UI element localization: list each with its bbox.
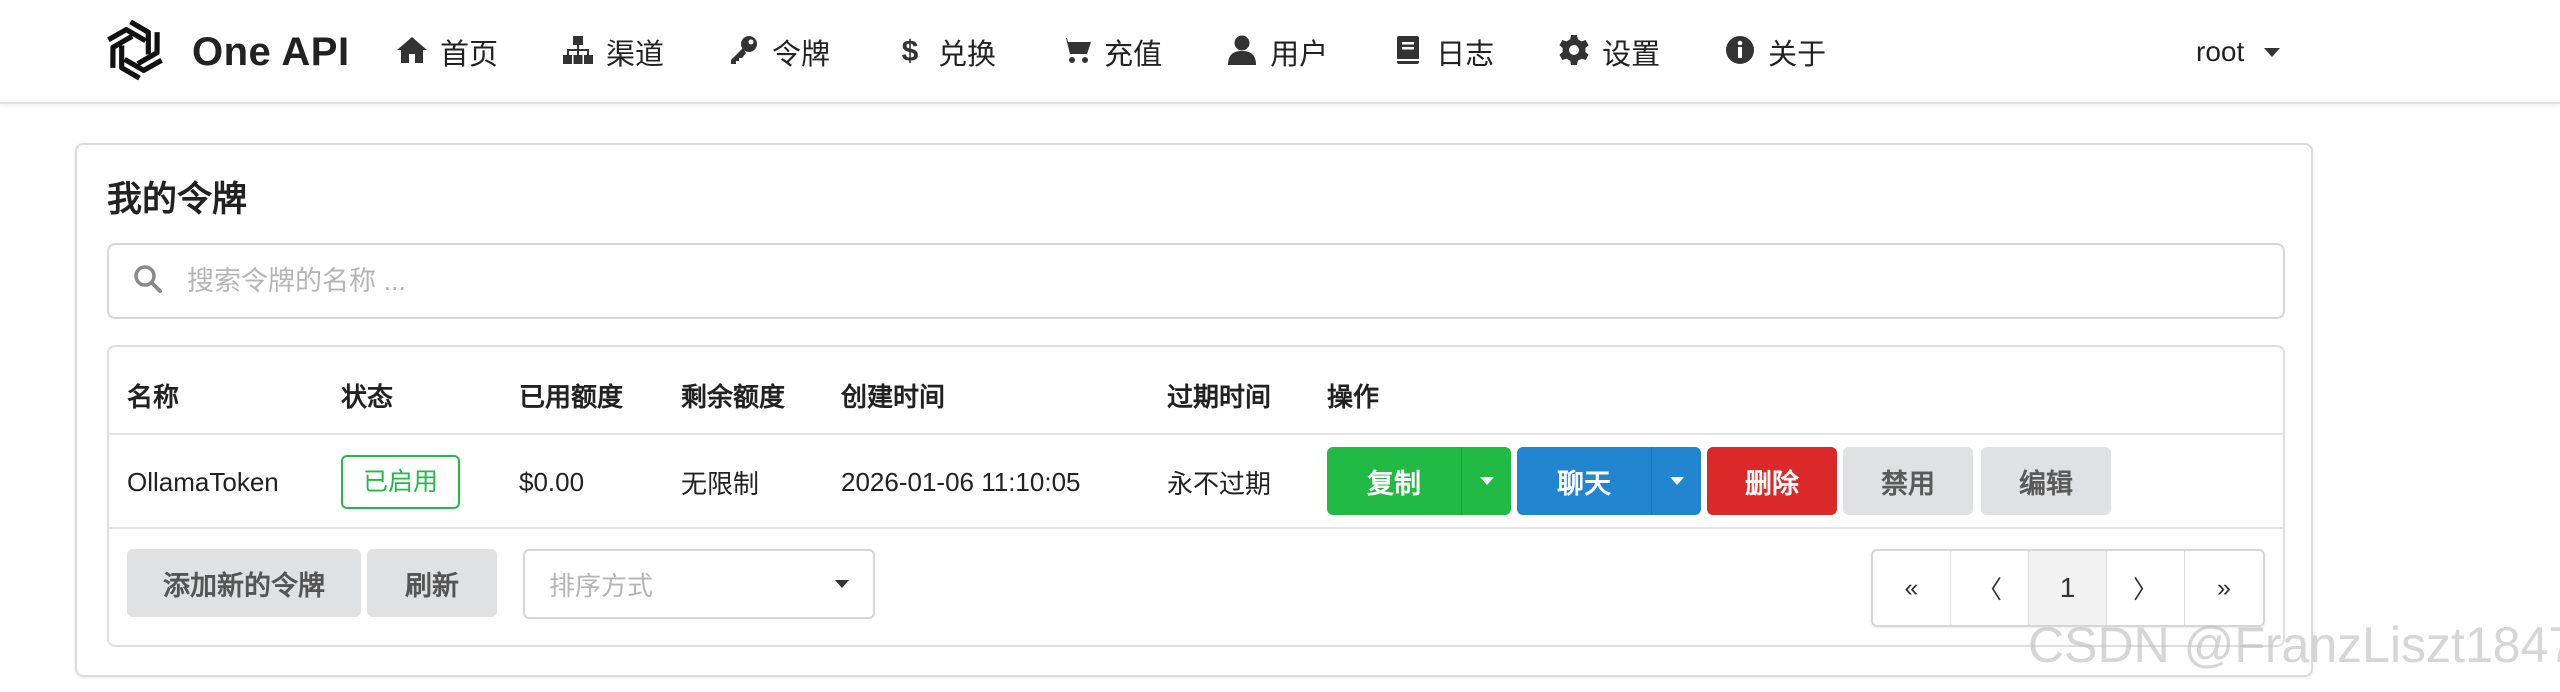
nav-item-label: 兑换 [938,39,997,71]
delete-button[interactable]: 删除 [1707,447,1837,515]
book-icon [1392,34,1424,71]
page-first-button[interactable]: « [1873,551,1951,625]
caret-down-icon [1669,477,1684,485]
column-header-created[interactable]: 创建时间 [841,377,945,414]
nav-item-tokens[interactable]: 令牌 [728,0,830,104]
copy-button-group: 复制 [1327,447,1511,515]
nav-item-users[interactable]: 用户 [1226,0,1328,104]
gear-icon [1558,34,1590,71]
sort-placeholder: 排序方式 [549,570,654,601]
top-navbar: One API 首页 渠道 令牌 $ 兑换 充值 用户 日志 设置 关于 roo… [0,0,2560,104]
status-badge: 已启用 [341,455,461,509]
column-header-used[interactable]: 已用额度 [519,377,623,414]
nav-item-redeem[interactable]: $ 兑换 [894,0,996,104]
disable-button[interactable]: 禁用 [1843,447,1973,515]
chat-button-group: 聊天 [1517,447,1701,515]
table-header: 名称 状态 已用额度 剩余额度 创建时间 过期时间 操作 [109,347,2283,435]
copy-button[interactable]: 复制 [1327,447,1461,515]
table-row: OllamaToken 已启用 $0.00 无限制 2026-01-06 11:… [109,435,2283,529]
column-header-status[interactable]: 状态 [341,377,393,414]
search-box [107,243,2285,319]
used-quota: $0.00 [519,466,585,497]
nav-item-label: 日志 [1436,39,1495,71]
tokens-table: 名称 状态 已用额度 剩余额度 创建时间 过期时间 操作 OllamaToken… [107,345,2285,647]
sort-select[interactable]: 排序方式 [523,549,875,619]
caret-down-icon [2264,47,2281,57]
nav-item-home[interactable]: 首页 [396,0,498,104]
user-icon [1226,34,1258,71]
nav-item-label: 首页 [440,39,499,71]
sitemap-icon [562,34,594,71]
status-cell: 已启用 [341,435,461,529]
page-next-button[interactable]: 〉 [2107,551,2185,625]
caret-down-icon [1479,477,1494,485]
column-header-expires[interactable]: 过期时间 [1167,377,1271,414]
brand[interactable]: One API [98,14,350,90]
add-token-button[interactable]: 添加新的令牌 [127,549,361,617]
token-name: OllamaToken [127,466,279,497]
chat-button[interactable]: 聊天 [1517,447,1651,515]
info-circle-icon [1724,34,1756,71]
page-current[interactable]: 1 [2029,551,2107,625]
svg-text:$: $ [902,35,919,66]
column-header-name[interactable]: 名称 [127,377,179,414]
caret-down-icon [835,580,849,588]
nav-item-label: 令牌 [772,39,831,71]
search-icon [109,264,163,299]
tokens-card: 我的令牌 名称 状态 已用额度 剩余额度 创建时间 过期时间 操作 Ollama… [75,143,2313,677]
expire-time: 永不过期 [1167,468,1272,499]
nav-item-channels[interactable]: 渠道 [562,0,664,104]
username: root [2196,36,2245,67]
key-icon [728,34,760,71]
page-title: 我的令牌 [107,180,248,219]
nav-item-label: 设置 [1602,39,1661,71]
page-last-button[interactable]: » [2185,551,2263,625]
user-menu[interactable]: root [2196,0,2281,104]
column-header-actions: 操作 [1327,382,1380,412]
watermark: CSDN @FranzLiszt1847 [2028,617,2560,673]
home-icon [396,34,428,71]
cart-icon [1060,34,1092,71]
column-header-remaining[interactable]: 剩余额度 [681,377,785,414]
nav-item-settings[interactable]: 设置 [1558,0,1660,104]
search-input[interactable] [187,265,2087,297]
copy-dropdown-button[interactable] [1461,447,1511,515]
dollar-icon: $ [894,34,926,71]
refresh-button[interactable]: 刷新 [367,549,497,617]
table-footer: 添加新的令牌 刷新 排序方式 « 〈 1 〉 » [109,529,2283,647]
edit-button[interactable]: 编辑 [1981,447,2111,515]
created-time: 2026-01-06 11:10:05 [841,466,1081,497]
chat-dropdown-button[interactable] [1651,447,1701,515]
nav-item-label: 关于 [1768,39,1827,71]
remaining-quota: 无限制 [681,468,760,499]
nav-item-about[interactable]: 关于 [1724,0,1826,104]
nav-item-label: 渠道 [606,39,665,71]
page-prev-button[interactable]: 〈 [1951,551,2029,625]
nav-item-label: 用户 [1270,39,1329,71]
nav-item-label: 充值 [1104,39,1163,71]
app-name: One API [192,29,350,74]
nav-item-topup[interactable]: 充值 [1060,0,1162,104]
main-nav: 首页 渠道 令牌 $ 兑换 充值 用户 日志 设置 关于 [396,0,1890,104]
openai-logo-icon [98,13,172,92]
nav-item-logs[interactable]: 日志 [1392,0,1494,104]
